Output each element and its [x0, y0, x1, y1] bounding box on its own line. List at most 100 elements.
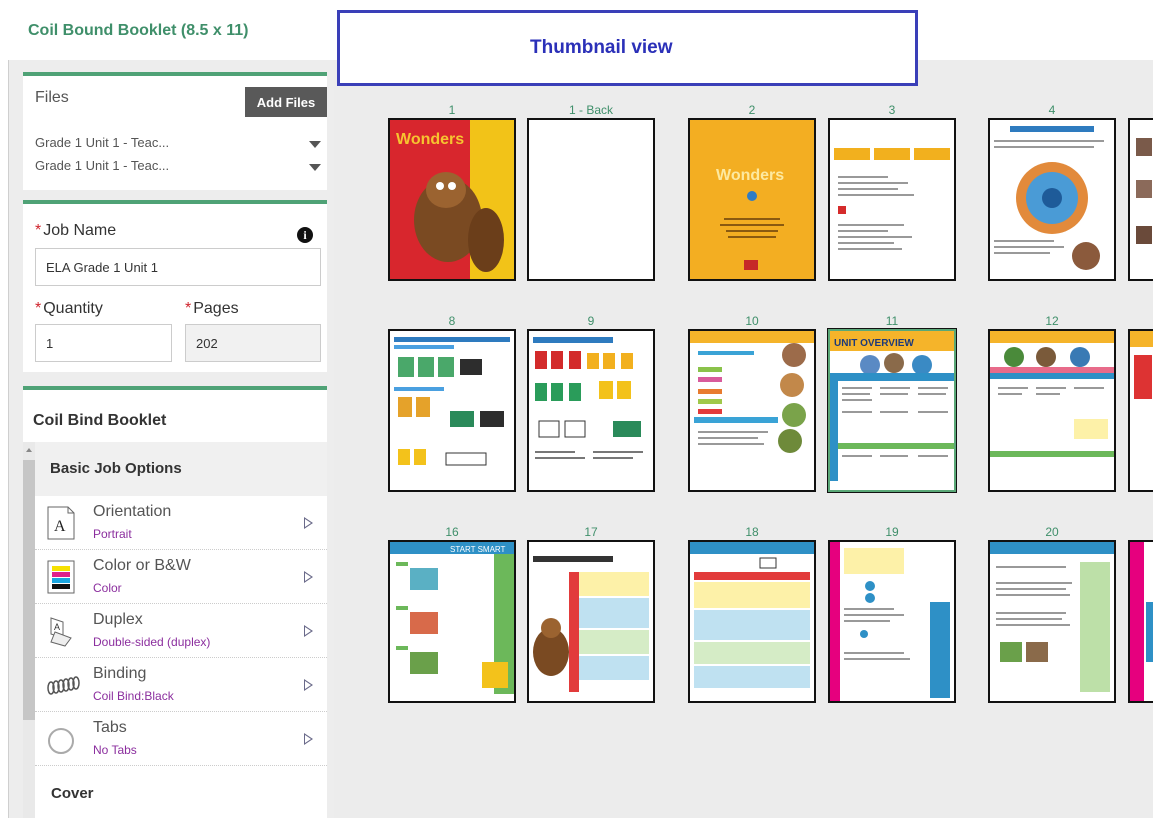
page-number: 16 — [445, 525, 459, 539]
page-image[interactable] — [828, 540, 956, 703]
svg-text:A: A — [54, 622, 60, 632]
thumbnail-view-callout: Thumbnail view — [337, 10, 918, 86]
page-number: 11 — [885, 314, 899, 328]
job-name-label-text: Job Name — [43, 222, 117, 239]
page-image[interactable] — [527, 329, 655, 492]
page-image[interactable]: Wonders — [688, 118, 816, 281]
chevron-down-icon[interactable] — [309, 141, 321, 148]
chevron-right-icon[interactable] — [304, 571, 313, 583]
page-number: 8 — [448, 314, 456, 328]
quantity-input[interactable] — [35, 324, 172, 362]
pages-field — [185, 324, 321, 362]
option-value: No Tabs — [93, 743, 137, 757]
page-image[interactable] — [828, 118, 956, 281]
coil-bind-booklet-card: Coil Bind Booklet Basic Job Options A Or… — [23, 386, 327, 818]
page-number: 1 - Back — [568, 103, 613, 117]
cover-section-header[interactable]: Cover — [51, 785, 94, 802]
pages-label: * Pages — [185, 300, 239, 318]
chevron-down-icon[interactable] — [309, 164, 321, 171]
option-color[interactable]: Color or B&W Color — [35, 550, 327, 604]
page-image[interactable] — [688, 329, 816, 492]
option-orientation[interactable]: A Orientation Portrait — [35, 496, 327, 550]
page-image[interactable] — [527, 540, 655, 703]
page-number: 20 — [1045, 525, 1059, 539]
option-value: Double-sided (duplex) — [93, 635, 211, 649]
booklet-title: Coil Bind Booklet — [33, 412, 167, 429]
page-title: Coil Bound Booklet (8.5 x 11) — [28, 22, 249, 39]
job-name-label: * Job Name — [35, 222, 116, 240]
page-image[interactable]: Wonders — [388, 118, 516, 281]
option-value: Portrait — [93, 527, 132, 541]
add-files-button[interactable]: Add Files — [245, 87, 327, 117]
left-sidebar: Files Add Files Grade 1 Unit 1 - Teac...… — [8, 60, 334, 818]
svg-text:Wonders: Wonders — [396, 131, 464, 148]
page-number: 9 — [587, 314, 595, 328]
page-number: 4 — [1048, 103, 1056, 117]
orientation-a-icon: A — [45, 506, 77, 540]
job-name-input[interactable] — [35, 248, 321, 286]
page-image[interactable]: START SMART — [388, 540, 516, 703]
page-number: 2 — [748, 103, 756, 117]
page-image[interactable] — [988, 329, 1116, 492]
option-name: Orientation — [93, 503, 172, 520]
files-card: Files Add Files Grade 1 Unit 1 - Teac...… — [23, 72, 327, 190]
page-number: 19 — [885, 525, 899, 539]
page-image[interactable]: UNIT OVERVIEW — [827, 328, 957, 493]
job-details-card: *Job Name i *Quantity *Pages — [23, 200, 327, 372]
option-tabs[interactable]: Tabs No Tabs — [35, 712, 327, 766]
tabs-circle-icon — [45, 722, 77, 756]
chevron-right-icon[interactable] — [304, 733, 313, 745]
section-title: Basic Job Options — [50, 460, 182, 477]
page-number: 17 — [584, 525, 598, 539]
chevron-right-icon[interactable] — [304, 517, 313, 529]
quantity-label-text: Quantity — [43, 300, 103, 317]
files-header: Files — [35, 89, 69, 106]
option-binding[interactable]: Binding Coil Bind:Black — [35, 658, 327, 712]
scroll-up-icon[interactable] — [26, 448, 32, 452]
options-scrollbar[interactable] — [23, 442, 35, 818]
option-name: Binding — [93, 665, 147, 682]
app-root: Coil Bound Booklet (8.5 x 11) Thumbnail … — [0, 0, 1153, 818]
info-icon[interactable]: i — [297, 227, 313, 243]
page-image[interactable] — [1128, 540, 1153, 703]
basic-job-options-header[interactable]: Basic Job Options — [35, 442, 327, 496]
svg-text:A: A — [54, 518, 66, 535]
svg-text:START SMART: START SMART — [450, 545, 506, 554]
page-image[interactable] — [688, 540, 816, 703]
pages-label-text: Pages — [193, 300, 239, 317]
page-number: 1 — [448, 103, 456, 117]
chevron-right-icon[interactable] — [304, 679, 313, 691]
required-mark: * — [185, 300, 192, 317]
option-value: Color — [93, 581, 122, 595]
page-number: 10 — [745, 314, 759, 328]
scrollbar-thumb[interactable] — [23, 460, 35, 720]
option-name: Color or B&W — [93, 557, 191, 574]
coil-binding-icon — [45, 668, 80, 702]
svg-text:UNIT OVERVIEW: UNIT OVERVIEW — [834, 338, 914, 349]
page-image[interactable] — [388, 329, 516, 492]
quantity-label: * Quantity — [35, 300, 103, 318]
page-image[interactable] — [527, 118, 655, 281]
color-bars-icon — [45, 560, 77, 594]
thumbnail-grid-area: 1 Wonders 1 - Back 2 Wonders 3 4 8 9 10 … — [334, 60, 1153, 818]
duplex-pages-icon: A — [45, 614, 77, 648]
file-item-2[interactable]: Grade 1 Unit 1 - Teac... — [35, 158, 325, 176]
page-number: 12 — [1045, 314, 1059, 328]
chevron-right-icon[interactable] — [304, 625, 313, 637]
page-number: 18 — [745, 525, 759, 539]
callout-label: Thumbnail view — [530, 37, 673, 58]
required-mark: * — [35, 300, 42, 317]
option-name: Duplex — [93, 611, 143, 628]
option-name: Tabs — [93, 719, 127, 736]
option-value: Coil Bind:Black — [93, 689, 174, 703]
window-edge — [0, 0, 8, 818]
page-image[interactable] — [988, 118, 1116, 281]
page-image[interactable] — [1128, 118, 1153, 281]
page-image[interactable] — [1128, 329, 1153, 492]
page-image[interactable] — [988, 540, 1116, 703]
page-number: 3 — [888, 103, 896, 117]
svg-text:Wonders: Wonders — [716, 167, 784, 184]
file-item-1[interactable]: Grade 1 Unit 1 - Teac... — [35, 135, 325, 153]
option-duplex[interactable]: A Duplex Double-sided (duplex) — [35, 604, 327, 658]
file-item-label: Grade 1 Unit 1 - Teac... — [35, 135, 170, 150]
